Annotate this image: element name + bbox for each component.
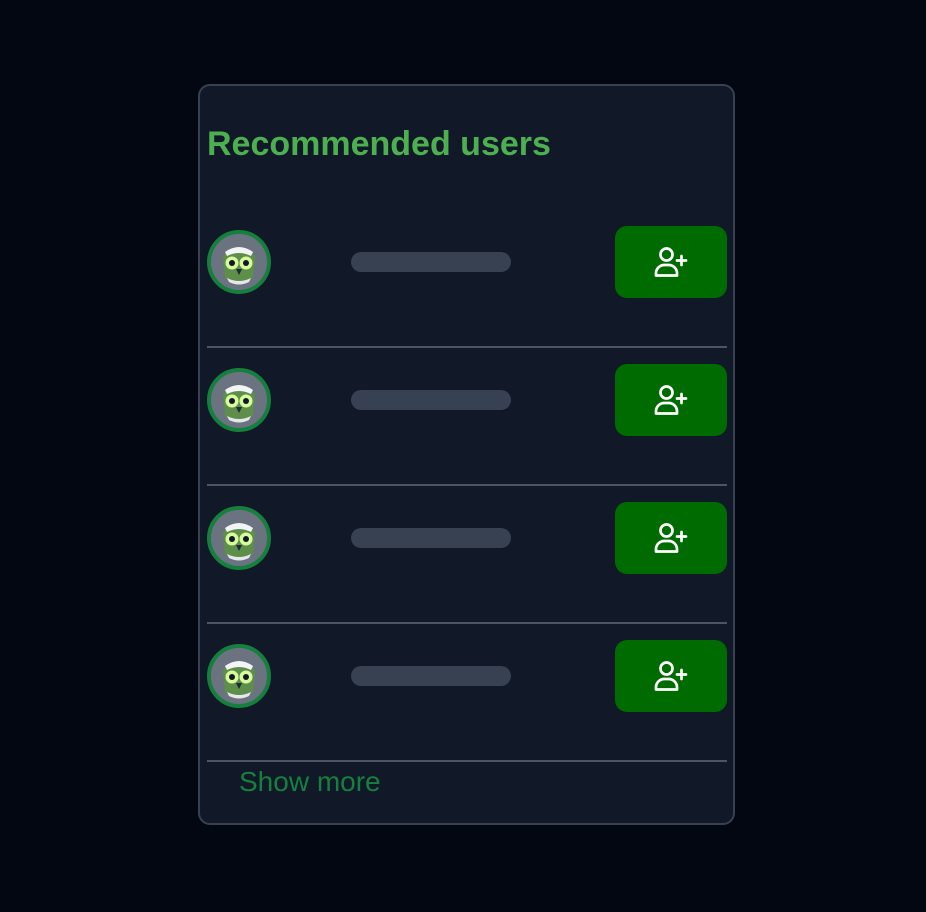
username-placeholder	[351, 666, 511, 686]
user-list	[207, 210, 727, 762]
follow-user-button[interactable]	[615, 364, 727, 436]
user-plus-icon	[654, 247, 688, 277]
panel-title: Recommended users	[207, 125, 551, 163]
owl-avatar-icon[interactable]	[207, 506, 271, 570]
follow-user-button[interactable]	[615, 640, 727, 712]
username-placeholder	[351, 528, 511, 548]
user-row	[207, 348, 727, 486]
recommended-users-panel: Recommended users Show more	[198, 84, 735, 825]
user-row	[207, 486, 727, 624]
username-placeholder	[351, 390, 511, 410]
user-row	[207, 624, 727, 762]
user-plus-icon	[654, 385, 688, 415]
user-row	[207, 210, 727, 348]
show-more-link[interactable]: Show more	[239, 764, 381, 800]
user-plus-icon	[654, 523, 688, 553]
username-placeholder	[351, 252, 511, 272]
owl-avatar-icon[interactable]	[207, 368, 271, 432]
user-plus-icon	[654, 661, 688, 691]
owl-avatar-icon[interactable]	[207, 230, 271, 294]
follow-user-button[interactable]	[615, 502, 727, 574]
follow-user-button[interactable]	[615, 226, 727, 298]
owl-avatar-icon[interactable]	[207, 644, 271, 708]
